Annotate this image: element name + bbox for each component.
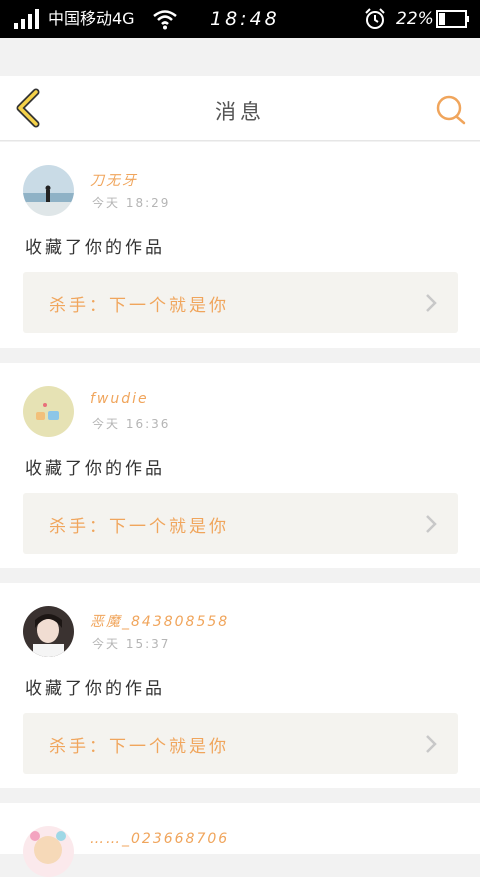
chevron-right-icon	[426, 294, 437, 312]
beach-photo-avatar	[23, 165, 74, 216]
avatar[interactable]	[23, 606, 74, 657]
avatar[interactable]	[23, 165, 74, 216]
alarm-icon	[365, 8, 385, 29]
anime-girl-avatar	[23, 826, 74, 877]
avatar[interactable]	[23, 826, 74, 877]
work-title: 杀手：下一个就是你	[49, 517, 229, 537]
work-link[interactable]: 杀手：下一个就是你	[23, 272, 458, 333]
status-bar: 中国移动4G 18:48 22%	[0, 0, 480, 38]
avatar[interactable]	[23, 386, 74, 437]
status-time: 18:48	[210, 8, 280, 30]
wifi-icon	[153, 10, 177, 30]
message-time: 今天 18:29	[92, 196, 171, 210]
message-card: 恶魔_843808558 今天 15:37 收藏了你的作品 杀手：下一个就是你	[0, 583, 480, 788]
signal-strength-icon	[14, 9, 39, 29]
username[interactable]: 恶魔_843808558	[90, 611, 229, 631]
work-title: 杀手：下一个就是你	[49, 296, 229, 316]
message-card: fwudie 今天 16:36 收藏了你的作品 杀手：下一个就是你	[0, 363, 480, 568]
search-button[interactable]	[432, 92, 468, 128]
message-time: 今天 16:36	[92, 417, 171, 431]
girl-portrait-avatar	[23, 606, 74, 657]
cartoon-sticker-avatar	[23, 386, 74, 437]
work-link[interactable]: 杀手：下一个就是你	[23, 493, 458, 554]
action-text: 收藏了你的作品	[25, 459, 165, 479]
battery-percentage: 22%	[396, 9, 434, 29]
search-icon	[436, 95, 466, 125]
nav-bar: 消息	[0, 76, 480, 141]
chevron-right-icon	[426, 515, 437, 533]
action-text: 收藏了你的作品	[25, 679, 165, 699]
work-link[interactable]: 杀手：下一个就是你	[23, 713, 458, 774]
page-title: 消息	[215, 100, 265, 124]
message-card: 刀无牙 今天 18:29 收藏了你的作品 杀手：下一个就是你	[0, 142, 480, 348]
action-text: 收藏了你的作品	[25, 238, 165, 258]
carrier-label: 中国移动4G	[48, 9, 135, 28]
work-title: 杀手：下一个就是你	[49, 737, 229, 757]
battery-icon	[436, 10, 469, 28]
username[interactable]: ……_023668706	[90, 831, 229, 847]
username[interactable]: fwudie	[90, 391, 149, 407]
chevron-right-icon	[426, 735, 437, 753]
message-card: ……_023668706	[0, 803, 480, 877]
message-time: 今天 15:37	[92, 637, 171, 651]
username[interactable]: 刀无牙	[90, 170, 138, 190]
